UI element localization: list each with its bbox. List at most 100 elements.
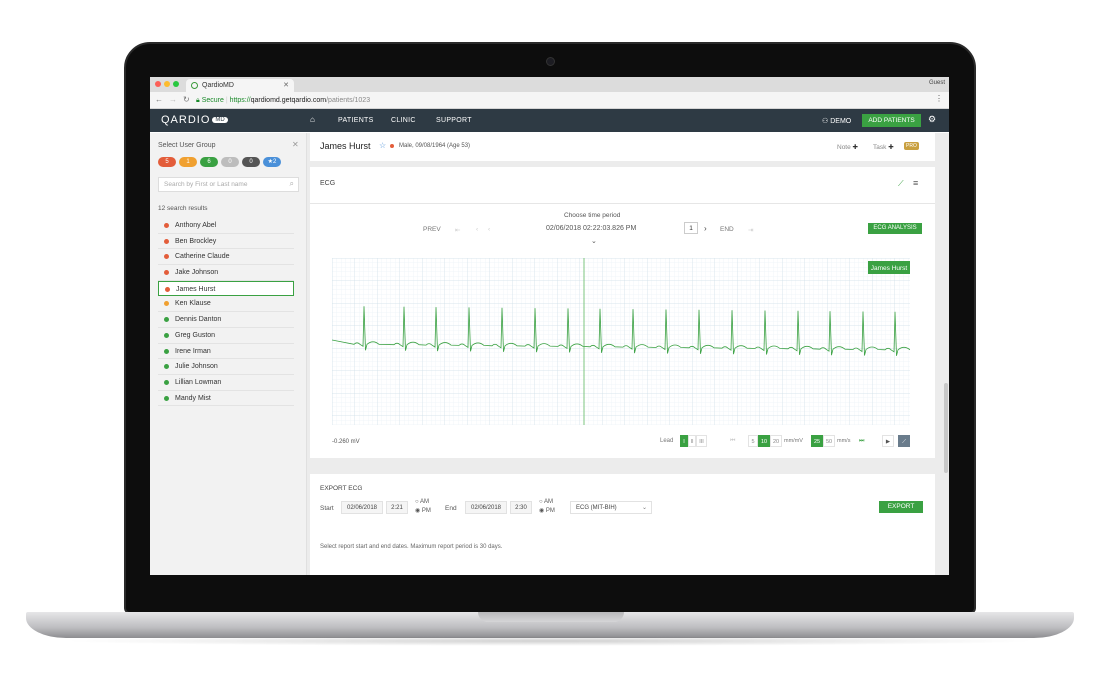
gear-icon[interactable]: ⚙ bbox=[928, 114, 936, 125]
skip-end-icon[interactable]: ⏭ bbox=[859, 435, 864, 447]
chevron-down-icon[interactable]: ⌄ bbox=[591, 237, 597, 245]
ecg-analysis-button[interactable]: ECG ANALYSIS bbox=[868, 223, 922, 234]
end-time-input[interactable]: 2:30 bbox=[510, 501, 532, 514]
logo-badge: MD bbox=[212, 117, 228, 123]
patient-list-name: Anthony Abel bbox=[175, 222, 217, 229]
main-content: James Hurst ☆ Male, 09/08/1964 (Age 53) … bbox=[307, 133, 949, 575]
lead-iii-button[interactable]: III bbox=[696, 435, 707, 447]
search-input[interactable]: Search by First or Last name ⌕ bbox=[158, 177, 299, 192]
play-icon[interactable]: ▶ bbox=[882, 435, 894, 447]
trend-icon[interactable]: ⟋ bbox=[898, 179, 904, 189]
first-page-icon[interactable]: ⇤ bbox=[455, 226, 460, 234]
note-button[interactable]: Note ✚ bbox=[837, 143, 858, 151]
app-navbar: QARDIO MD ⌂ PATIENTS CLINIC SUPPORT ⚇ DEM… bbox=[150, 109, 949, 132]
patient-list-item[interactable]: Anthony Abel bbox=[158, 218, 294, 234]
patient-list-item[interactable]: Julie Johnson bbox=[158, 359, 294, 375]
add-patients-button[interactable]: ADD PATIENTS bbox=[862, 114, 921, 127]
skip-start-icon[interactable]: ⏮ bbox=[730, 435, 735, 447]
prev-button[interactable]: PREV bbox=[423, 226, 441, 233]
end-button[interactable]: END bbox=[720, 226, 734, 233]
gain-20-button[interactable]: 20 bbox=[770, 435, 782, 447]
browser-tab[interactable]: QardioMD ✕ bbox=[186, 79, 294, 92]
amplitude-readout: -0.260 mV bbox=[332, 439, 360, 445]
url-scheme: https:// bbox=[229, 97, 251, 104]
selected-datetime[interactable]: 02/06/2018 02:22:03.826 PM bbox=[546, 225, 636, 232]
patient-sidebar: Select User Group ✕ 5 1 6 0 0 ★2 Search by Fi… bbox=[150, 133, 307, 575]
demo-label: DEMO bbox=[830, 118, 852, 125]
patient-list-item[interactable]: Dennis Danton bbox=[158, 312, 294, 328]
star-icon[interactable]: ☆ bbox=[379, 141, 386, 150]
task-button[interactable]: Task ✚ bbox=[873, 143, 894, 151]
ecg-trace[interactable]: James Hurst bbox=[332, 258, 910, 425]
patient-list-item[interactable]: Mandy Mist bbox=[158, 391, 294, 407]
tab-close-icon[interactable]: ✕ bbox=[283, 79, 289, 92]
patient-list-name: Mandy Mist bbox=[175, 394, 211, 402]
patient-list-name: Lillian Lowman bbox=[175, 378, 222, 386]
forward-icon[interactable]: → bbox=[169, 95, 177, 104]
url-field[interactable]: 🔒︎ Secure | https://qardiomd.getqardio.c… bbox=[196, 95, 370, 106]
patient-list-item[interactable]: Jake Johnson bbox=[158, 265, 294, 281]
patient-list-item[interactable]: Lillian Lowman bbox=[158, 375, 294, 391]
group-badge[interactable]: 5 bbox=[158, 157, 176, 167]
group-badge[interactable]: 6 bbox=[200, 157, 218, 167]
start-time-input[interactable]: 2:21 bbox=[386, 501, 408, 514]
patient-list-item[interactable]: Catherine Claude bbox=[158, 249, 294, 266]
back-icon[interactable]: ← bbox=[155, 95, 163, 104]
group-badge[interactable]: ★2 bbox=[263, 157, 281, 167]
search-placeholder: Search by First or Last name bbox=[164, 181, 248, 188]
profile-label[interactable]: Guest bbox=[929, 80, 945, 86]
gain-5-button[interactable]: 5 bbox=[748, 435, 758, 447]
format-select[interactable]: ECG (MIT-BIH) ⌄ bbox=[570, 501, 652, 514]
patient-list-item[interactable]: Ben Brockley bbox=[158, 234, 294, 250]
browser-menu-icon[interactable]: ⋮ bbox=[935, 94, 943, 103]
webcam-icon bbox=[546, 57, 555, 66]
url-path: /patients/1023 bbox=[326, 97, 371, 104]
nav-patients[interactable]: PATIENTS bbox=[338, 117, 374, 124]
speed-25-button[interactable]: 25 bbox=[811, 435, 823, 447]
patient-list-item[interactable]: Greg Guston bbox=[158, 328, 294, 344]
chevron-left-small-icon[interactable]: ‹ bbox=[488, 226, 490, 233]
chart-view-icon[interactable]: ⟋ bbox=[898, 435, 910, 447]
lead-ii-button[interactable]: II bbox=[688, 435, 696, 447]
group-badge[interactable]: 0 bbox=[242, 157, 260, 167]
start-pm-radio[interactable]: ◉ PM bbox=[415, 507, 431, 514]
list-icon[interactable]: ≡ bbox=[913, 178, 918, 188]
close-window-button[interactable] bbox=[155, 81, 161, 87]
start-am-radio[interactable]: ○ AM bbox=[415, 499, 429, 505]
patient-list-name: Irene Irman bbox=[175, 347, 211, 355]
group-badge[interactable]: 0 bbox=[221, 157, 239, 167]
group-badge[interactable]: 1 bbox=[179, 157, 197, 167]
close-icon[interactable]: ✕ bbox=[292, 140, 299, 149]
page-input[interactable]: 1 bbox=[684, 222, 698, 234]
gain-10-button[interactable]: 10 bbox=[758, 435, 770, 447]
nav-support[interactable]: SUPPORT bbox=[436, 117, 472, 124]
chevron-right-icon[interactable]: › bbox=[704, 224, 707, 233]
export-button[interactable]: EXPORT bbox=[879, 501, 923, 513]
end-date-input[interactable]: 02/06/2018 bbox=[465, 501, 507, 514]
patient-list-name: Greg Guston bbox=[175, 331, 216, 339]
status-dot bbox=[164, 379, 169, 385]
patient-list-item[interactable]: Irene Irman bbox=[158, 344, 294, 360]
lead-i-button[interactable]: I bbox=[680, 435, 688, 447]
start-date-input[interactable]: 02/06/2018 bbox=[341, 501, 383, 514]
home-icon[interactable]: ⌂ bbox=[310, 115, 315, 124]
last-page-icon[interactable]: ⇥ bbox=[748, 226, 753, 234]
scrollbar[interactable] bbox=[944, 383, 948, 473]
chevron-left-icon[interactable]: ‹ bbox=[476, 226, 478, 233]
speed-50-button[interactable]: 50 bbox=[823, 435, 835, 447]
reload-icon[interactable]: ↻ bbox=[183, 95, 190, 104]
qardio-logo[interactable]: QARDIO MD bbox=[161, 114, 228, 126]
status-dot bbox=[164, 317, 169, 323]
end-am-radio[interactable]: ○ AM bbox=[539, 499, 553, 505]
demo-menu[interactable]: ⚇ DEMO bbox=[822, 117, 851, 125]
logo-text: QARDIO bbox=[161, 114, 211, 126]
nav-clinic[interactable]: CLINIC bbox=[391, 117, 416, 124]
maximize-window-button[interactable] bbox=[173, 81, 179, 87]
patient-list-item[interactable]: James Hurst bbox=[158, 280, 294, 297]
patient-header: James Hurst ☆ Male, 09/08/1964 (Age 53) … bbox=[310, 133, 935, 161]
ecg-panel: ECG ⟋ ≡ Choose time period PREV ⇤ ‹ ‹ 02… bbox=[310, 167, 935, 458]
end-pm-radio[interactable]: ◉ PM bbox=[539, 507, 555, 514]
minimize-window-button[interactable] bbox=[164, 81, 170, 87]
patient-list-item[interactable]: Ken Klause bbox=[158, 296, 294, 313]
export-title: EXPORT ECG bbox=[320, 485, 363, 492]
